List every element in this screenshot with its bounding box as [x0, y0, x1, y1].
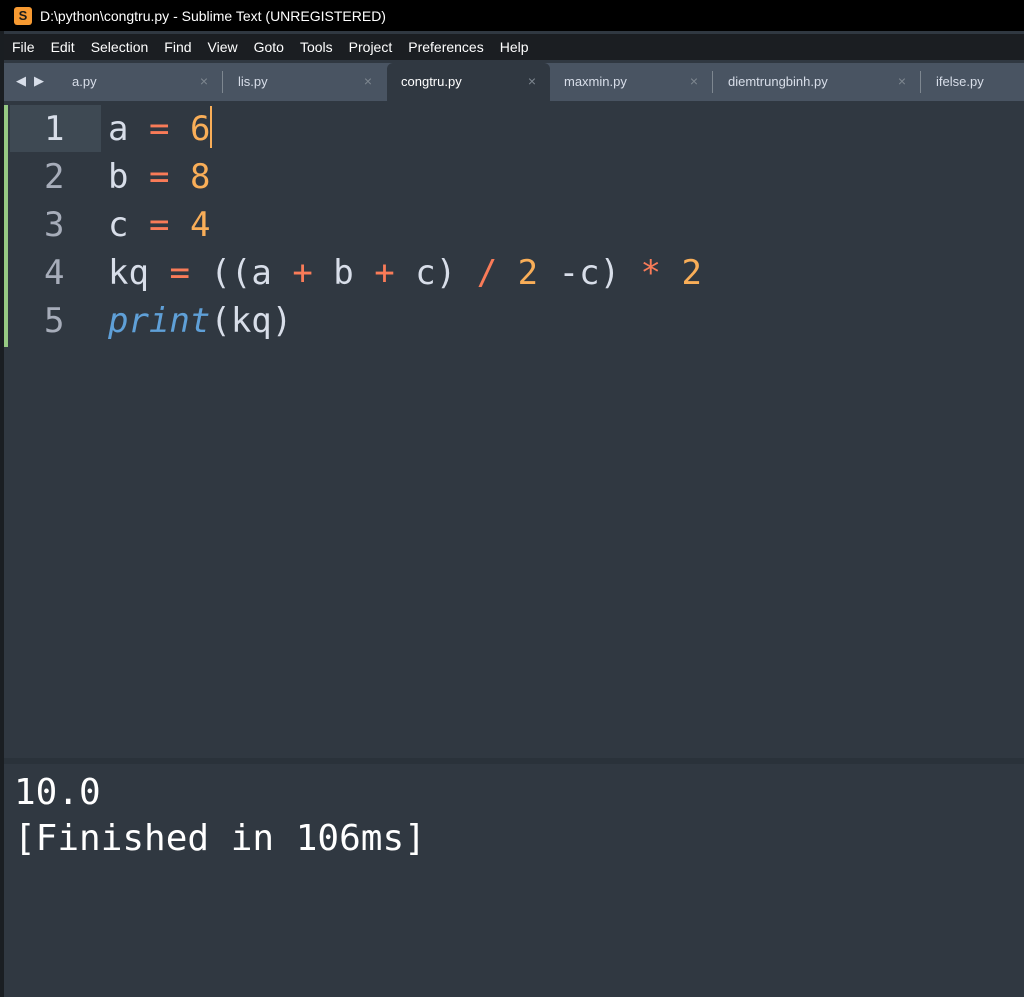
code-token: b — [108, 157, 129, 197]
code-token: = — [148, 109, 170, 149]
title-bar: S D:\python\congtru.py - Sublime Text (U… — [0, 0, 1024, 31]
code-token: a — [251, 253, 272, 293]
tab-label: diemtrungbinh.py — [728, 74, 828, 89]
code-token: 6 — [189, 109, 211, 149]
code-token: -c) — [558, 253, 621, 293]
code-token: b — [333, 253, 354, 293]
modified-lines-indicator — [4, 105, 8, 347]
sublime-text-icon: S — [14, 6, 32, 25]
menu-help[interactable]: Help — [492, 39, 537, 55]
menu-bar: File Edit Selection Find View Goto Tools… — [4, 34, 1024, 60]
code-line-2[interactable]: b = 8 — [108, 153, 210, 201]
code-token: a — [108, 109, 129, 149]
code-token: / — [476, 253, 498, 293]
menu-selection[interactable]: Selection — [83, 39, 157, 55]
line-number: 2 — [44, 157, 65, 197]
code-token: 4 — [189, 205, 211, 245]
line-number: 4 — [44, 253, 65, 293]
tab-label: congtru.py — [401, 74, 462, 89]
tab-lis-py[interactable]: lis.py × — [224, 63, 386, 101]
code-token: + — [292, 253, 313, 293]
line-number: 3 — [44, 205, 65, 245]
close-icon[interactable]: × — [898, 73, 906, 89]
tab-label: a.py — [72, 74, 97, 89]
close-icon[interactable]: × — [690, 73, 698, 89]
code-token: 2 — [681, 253, 702, 293]
line-number: 1 — [44, 109, 65, 149]
line-number: 5 — [44, 301, 65, 341]
close-icon[interactable]: × — [364, 73, 372, 89]
menu-file[interactable]: File — [4, 39, 43, 55]
code-token: (kq) — [210, 301, 293, 341]
code-token: 8 — [189, 157, 211, 197]
menu-find[interactable]: Find — [156, 39, 199, 55]
tab-separator — [920, 71, 921, 93]
tab-diemtrungbinh-py[interactable]: diemtrungbinh.py × — [714, 63, 920, 101]
close-icon[interactable]: × — [200, 73, 208, 89]
code-token: ) — [435, 253, 457, 293]
output-status: [Finished in 106ms] — [14, 818, 426, 859]
tab-scroll-left-icon[interactable]: ◀ — [16, 74, 26, 89]
code-token: + — [374, 253, 395, 293]
menu-edit[interactable]: Edit — [43, 39, 83, 55]
code-editor[interactable]: 1 2 3 4 5 a = 6 b = 8 c = 4 kq = ((a + b… — [4, 101, 1024, 755]
close-icon[interactable]: × — [528, 73, 536, 89]
code-token: c — [415, 253, 436, 293]
tab-ifelse-py[interactable]: ifelse.py — [922, 63, 1024, 101]
tab-label: ifelse.py — [936, 74, 984, 89]
code-line-1[interactable]: a = 6 — [108, 105, 213, 153]
code-line-4[interactable]: kq = ((a + b + c) / 2 -c) * 2 — [108, 249, 702, 297]
code-token: 2 — [517, 253, 539, 293]
code-token: = — [148, 157, 170, 197]
menu-project[interactable]: Project — [341, 39, 401, 55]
window-title: D:\python\congtru.py - Sublime Text (UNR… — [40, 7, 386, 24]
menu-tools[interactable]: Tools — [292, 39, 341, 55]
code-line-5[interactable]: print(kq) — [108, 297, 292, 345]
tab-a-py[interactable]: a.py × — [58, 63, 222, 101]
menu-preferences[interactable]: Preferences — [400, 39, 491, 55]
build-output-panel[interactable]: 10.0 [Finished in 106ms] — [4, 764, 1024, 997]
code-token: (( — [210, 253, 252, 293]
code-token: c — [108, 205, 129, 245]
menu-goto[interactable]: Goto — [246, 39, 292, 55]
tab-separator — [712, 71, 713, 93]
code-token: kq — [108, 253, 149, 293]
code-line-3[interactable]: c = 4 — [108, 201, 210, 249]
code-token: = — [148, 205, 170, 245]
text-cursor — [210, 106, 213, 148]
tab-scroll-right-icon[interactable]: ▶ — [34, 74, 44, 89]
tab-label: lis.py — [238, 74, 268, 89]
tab-label: maxmin.py — [564, 74, 627, 89]
code-token: * — [640, 253, 662, 293]
tab-congtru-py[interactable]: congtru.py × — [387, 63, 550, 101]
output-result: 10.0 — [14, 772, 101, 813]
tab-maxmin-py[interactable]: maxmin.py × — [550, 63, 712, 101]
code-token: print — [108, 301, 211, 341]
menu-view[interactable]: View — [200, 39, 246, 55]
tab-separator — [222, 71, 223, 93]
tab-bar: ◀ ▶ a.py × lis.py × congtru.py × maxmin.… — [4, 63, 1024, 101]
code-token: = — [169, 253, 190, 293]
